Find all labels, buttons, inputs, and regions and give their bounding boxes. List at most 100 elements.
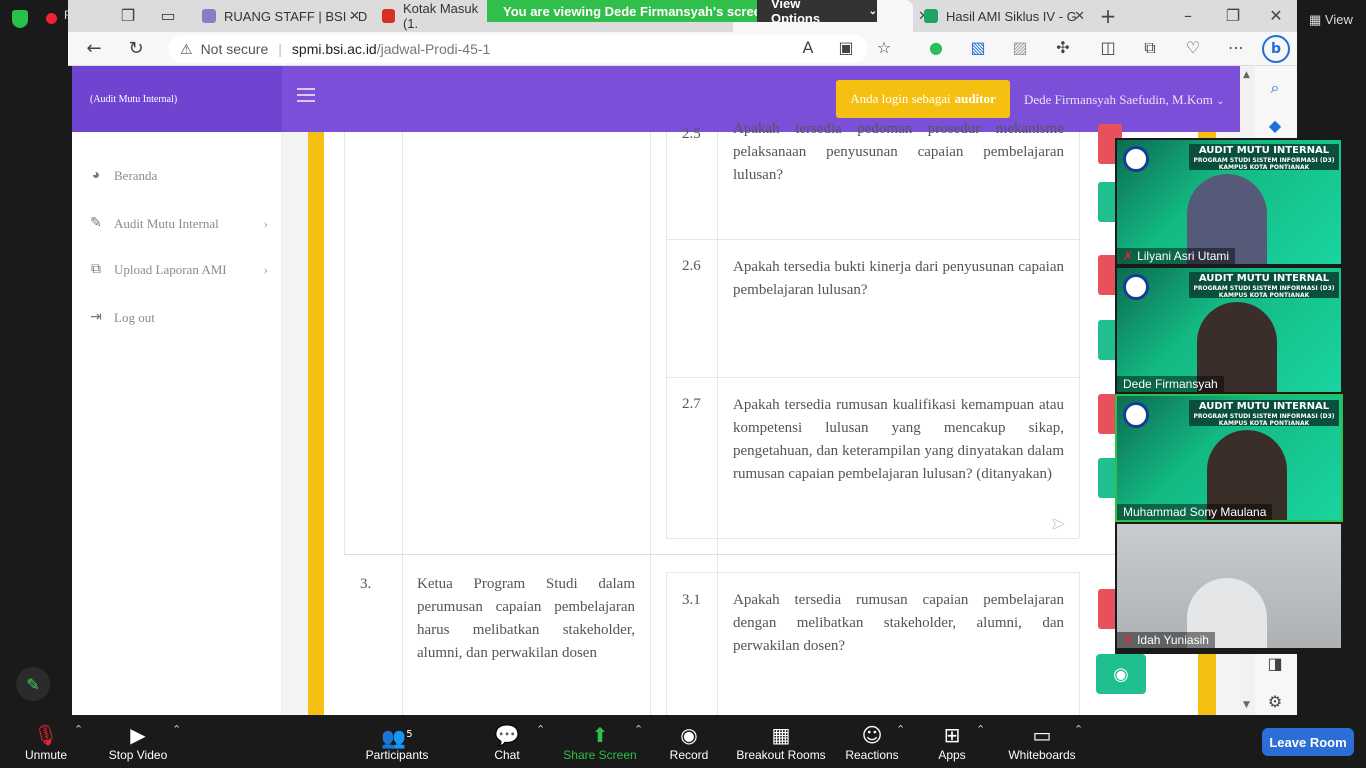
chevron-up-icon[interactable]: ⌃ [976, 723, 985, 736]
chevron-up-icon[interactable]: ⌃ [1074, 723, 1083, 736]
tab-favicon-icon [202, 9, 216, 23]
split-screen-icon[interactable]: ◫ [1098, 38, 1118, 57]
row-divider [666, 572, 1079, 573]
video-header-title: AUDIT MUTU INTERNAL [1198, 145, 1330, 156]
close-window-icon[interactable]: ✕ [1266, 6, 1286, 25]
sidebar-item-beranda[interactable]: ◕ Beranda [88, 168, 158, 184]
participants-icon: 👥5 [381, 725, 413, 750]
more-icon[interactable]: ⋯ [1226, 38, 1246, 57]
sidebar-item-upload[interactable]: ⧉ Upload Laporan AMI › [88, 262, 268, 278]
share-screen-button[interactable]: ⬆ Share Screen [562, 715, 638, 768]
chevron-down-icon: ⌄ [1216, 96, 1225, 107]
tab-hasil-ami[interactable]: Hasil AMI Siklus IV - G ✕ [918, 0, 1093, 32]
tab-actions-icon[interactable]: ▭ [158, 6, 178, 25]
video-header-sub: PROGRAM STUDI SISTEM INFORMASI (D3) [1193, 157, 1335, 164]
table-border [650, 132, 651, 715]
chevron-up-icon[interactable]: ⌃ [896, 723, 905, 736]
chevron-down-icon: ⌄ [868, 5, 877, 17]
new-tab-icon[interactable]: + [1098, 4, 1118, 28]
video-tile[interactable]: AUDIT MUTU INTERNAL PROGRAM STUDI SISTEM… [1117, 140, 1341, 264]
video-header-sub: KAMPUS KOTA PONTIANAK [1218, 164, 1310, 171]
table-border [1079, 572, 1080, 715]
not-secure-label: Not secure [200, 41, 269, 57]
gear-icon[interactable]: ⚙ [1265, 692, 1285, 711]
sidebar-toggle-icon[interactable]: ◨ [1265, 654, 1285, 673]
scroll-up-icon[interactable]: ▲ [1243, 70, 1250, 80]
video-tile-active-speaker[interactable]: AUDIT MUTU INTERNAL PROGRAM STUDI SISTEM… [1115, 394, 1343, 522]
hamburger-menu-icon[interactable] [297, 88, 315, 102]
video-header: AUDIT MUTU INTERNAL PROGRAM STUDI SISTEM… [1189, 400, 1339, 427]
collections-icon[interactable]: ⧉ [1140, 38, 1160, 58]
zoom-window: Recording ❒ ▭ RUANG STAFF | BSI - D ✕ Ko… [0, 0, 1366, 768]
favorite-icon[interactable]: ☆ [874, 38, 894, 57]
extension-icon[interactable]: ▨ [1010, 38, 1030, 57]
site-brand[interactable]: (Audit Mutu Internal) [72, 66, 282, 132]
muted-mic-icon: 🎙 [33, 722, 59, 747]
performance-icon[interactable]: ♡ [1183, 38, 1203, 57]
workspaces-icon[interactable]: ❒ [118, 6, 138, 25]
campus-logo-icon [1123, 274, 1149, 300]
tag-icon[interactable]: ◆ [1265, 116, 1285, 135]
share-screen-label: Share Screen [563, 747, 637, 762]
question-number: 2.7 [682, 396, 701, 412]
read-aloud-icon[interactable]: A [798, 38, 818, 57]
unmute-button[interactable]: 🎙 Unmute [18, 715, 74, 768]
apps-button[interactable]: ⊞ Apps [932, 715, 972, 768]
video-camera-icon: ▶ [130, 722, 146, 747]
campus-logo-icon [1123, 146, 1149, 172]
apps-label: Apps [938, 747, 966, 762]
table-border [717, 132, 718, 715]
view-detail-button[interactable]: ◉ [1096, 654, 1146, 694]
video-tile[interactable]: AUDIT MUTU INTERNAL PROGRAM STUDI SISTEM… [1117, 268, 1341, 392]
row-divider [344, 554, 1198, 555]
stop-video-button[interactable]: ▶ Stop Video [102, 715, 174, 768]
view-button[interactable]: ▦ View [1309, 12, 1353, 28]
sidebar-item-logout[interactable]: ⇥ Log out [88, 309, 155, 326]
sidebar-item-label: Beranda [114, 168, 158, 183]
question-text: Apakah tersedia bukti kinerja dari penyu… [733, 259, 1064, 298]
view-options-button[interactable]: View Options ⌄ [757, 0, 877, 26]
close-tab-icon[interactable]: ✕ [1074, 8, 1085, 24]
chevron-up-icon[interactable]: ⌃ [536, 723, 545, 736]
video-tile[interactable]: ✗ Idah Yuniasih [1117, 524, 1341, 648]
close-tab-icon[interactable]: ✕ [349, 8, 360, 24]
immersive-reader-icon[interactable]: ▣ [836, 38, 856, 57]
back-icon[interactable]: ← [84, 38, 104, 59]
url-field[interactable]: ⚠ Not secure | spmi.bsi.ac.id /jadwal-Pr… [168, 35, 868, 63]
chat-button[interactable]: 💬 Chat [486, 715, 528, 768]
annotate-pen-icon[interactable]: ✎ [16, 667, 50, 701]
scroll-down-icon[interactable]: ▼ [1243, 700, 1250, 710]
tab-gmail[interactable]: Kotak Masuk (1. [380, 0, 490, 32]
warning-icon: ⚠ [180, 40, 193, 57]
tab-title: Hasil AMI Siklus IV - G [946, 8, 1077, 24]
campus-logo-icon [1123, 402, 1149, 428]
maximize-icon[interactable]: ❐ [1223, 6, 1243, 25]
reactions-button[interactable]: ☺ Reactions [844, 715, 900, 768]
bing-icon[interactable]: b [1262, 35, 1290, 63]
participants-button[interactable]: 👥5 Participants [360, 715, 434, 768]
reload-icon[interactable]: ↻ [126, 38, 146, 59]
grammarly-icon[interactable]: ● [926, 38, 946, 57]
leave-room-button[interactable]: Leave Room [1262, 728, 1354, 756]
url-path: /jadwal-Prodi-45-1 [376, 41, 491, 57]
whiteboards-button[interactable]: ▭ Whiteboards [1004, 715, 1080, 768]
zoom-toolbar: 🎙 Unmute ⌃ ▶ Stop Video ⌃ 👥5 Participant… [0, 715, 1366, 768]
chevron-up-icon[interactable]: ⌃ [74, 723, 83, 736]
sidebar-item-audit[interactable]: ✎ Audit Mutu Internal › [88, 215, 268, 232]
search-icon[interactable]: ⌕ [1265, 78, 1285, 98]
row-divider [666, 239, 1079, 240]
extensions-icon[interactable]: ✣ [1053, 38, 1073, 57]
chevron-up-icon[interactable]: ⌃ [172, 723, 181, 736]
extension-icon[interactable]: ▧ [968, 38, 988, 57]
tab-ruang-staff[interactable]: RUANG STAFF | BSI - D ✕ [198, 0, 368, 32]
video-header: AUDIT MUTU INTERNAL PROGRAM STUDI SISTEM… [1189, 144, 1339, 171]
user-dropdown[interactable]: Dede Firmansyah Saefudin, M.Kom ⌄ [1024, 92, 1224, 108]
reactions-label: Reactions [845, 747, 899, 762]
chevron-up-icon[interactable]: ⌃ [634, 723, 643, 736]
breakout-rooms-button[interactable]: ▦ Breakout Rooms [734, 715, 828, 768]
record-button[interactable]: ◉ Record [664, 715, 714, 768]
minimize-icon[interactable]: – [1178, 6, 1198, 25]
login-role: auditor [954, 91, 996, 106]
question-text: Apakah tersedia rumusan capaian pembelaj… [733, 592, 1064, 654]
recording-label: Recording [64, 8, 119, 22]
